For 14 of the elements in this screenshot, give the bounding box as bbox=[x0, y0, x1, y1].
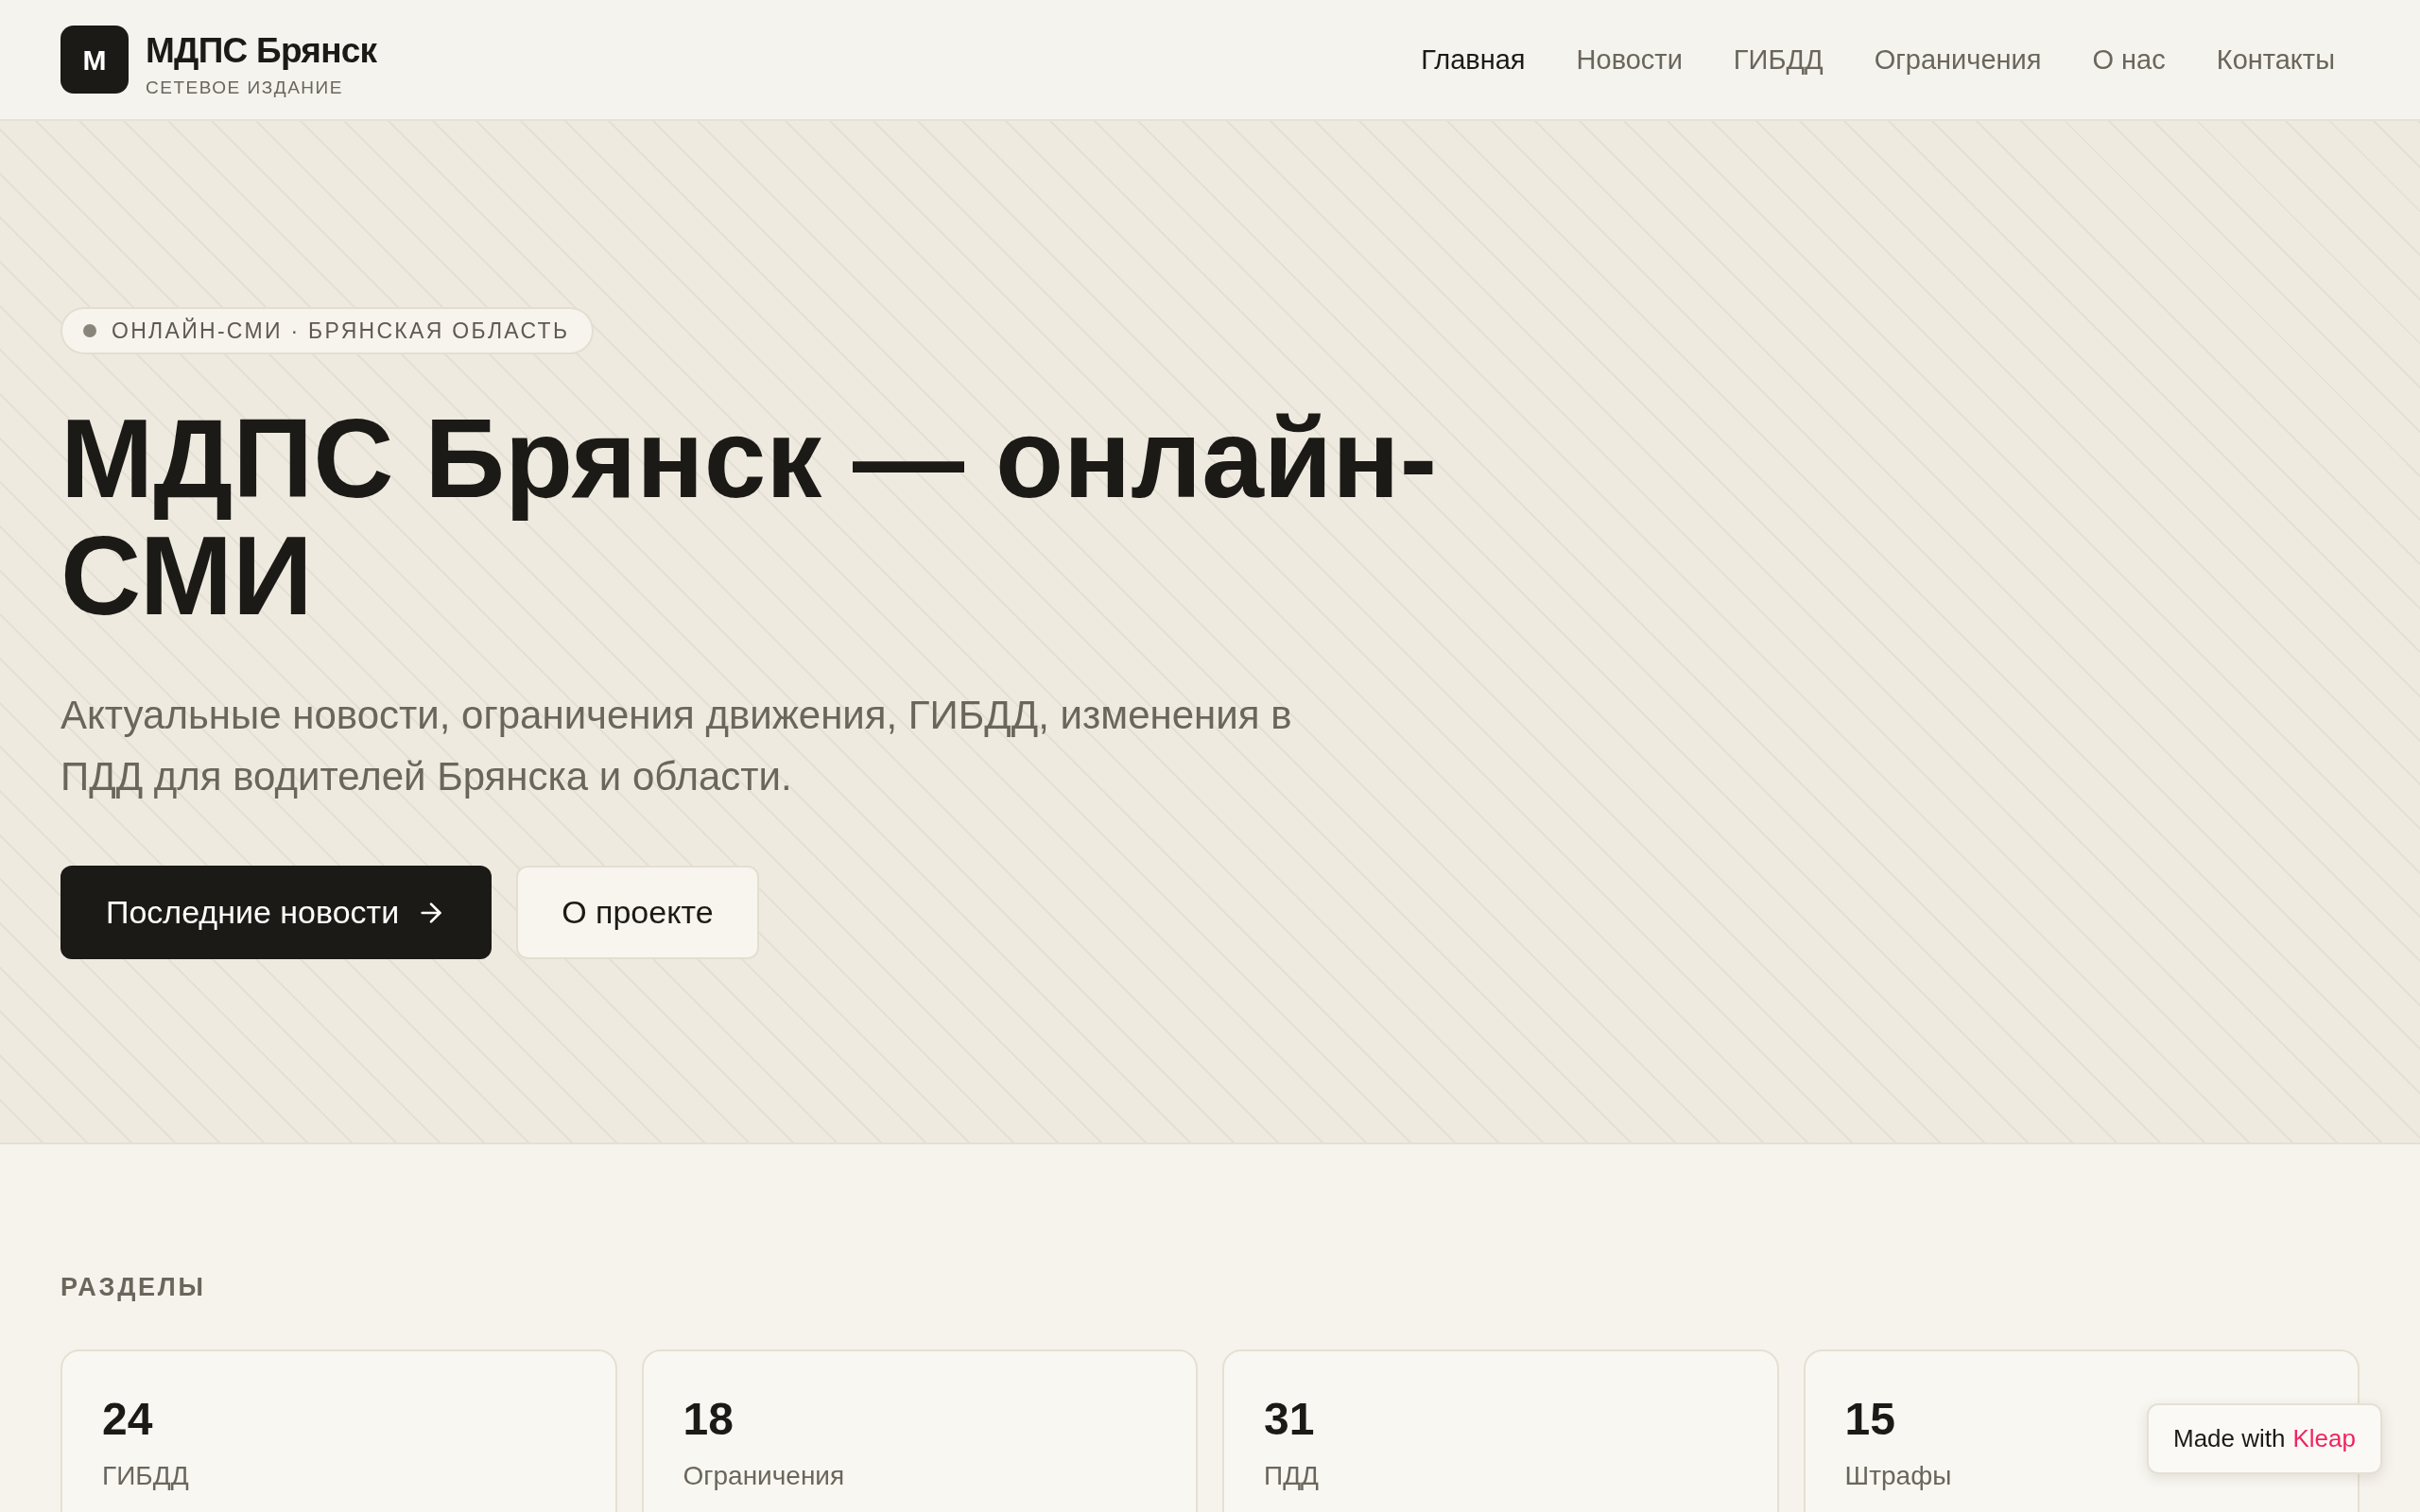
section-count: 18 bbox=[683, 1397, 734, 1442]
section-label: ПДД bbox=[1264, 1460, 1320, 1492]
hero-description: Актуальные новости, ограничения движения, ГИБДД, изменения в ПДД для водителей Брянска и области. bbox=[60, 692, 1293, 800]
section-count: 15 bbox=[1844, 1397, 1895, 1442]
section-label: ГИБДД bbox=[102, 1460, 189, 1492]
section-count: 24 bbox=[102, 1397, 153, 1442]
hero-heading: МДПС Брянск — онлайн-СМИ bbox=[60, 400, 1438, 634]
section-count: 31 bbox=[1264, 1397, 1315, 1442]
badge-text: ОНЛАЙН-СМИ · БРЯНСКАЯ ОБЛАСТЬ bbox=[112, 318, 570, 343]
site-title: МДПС Брянск bbox=[146, 29, 377, 72]
section-label: Ограничения bbox=[683, 1460, 845, 1492]
sections-heading: РАЗДЕЛЫ bbox=[60, 1272, 206, 1302]
section-label: Штрафы bbox=[1844, 1460, 1952, 1492]
site-subtitle: СЕТЕВОЕ ИЗДАНИЕ bbox=[146, 76, 343, 99]
